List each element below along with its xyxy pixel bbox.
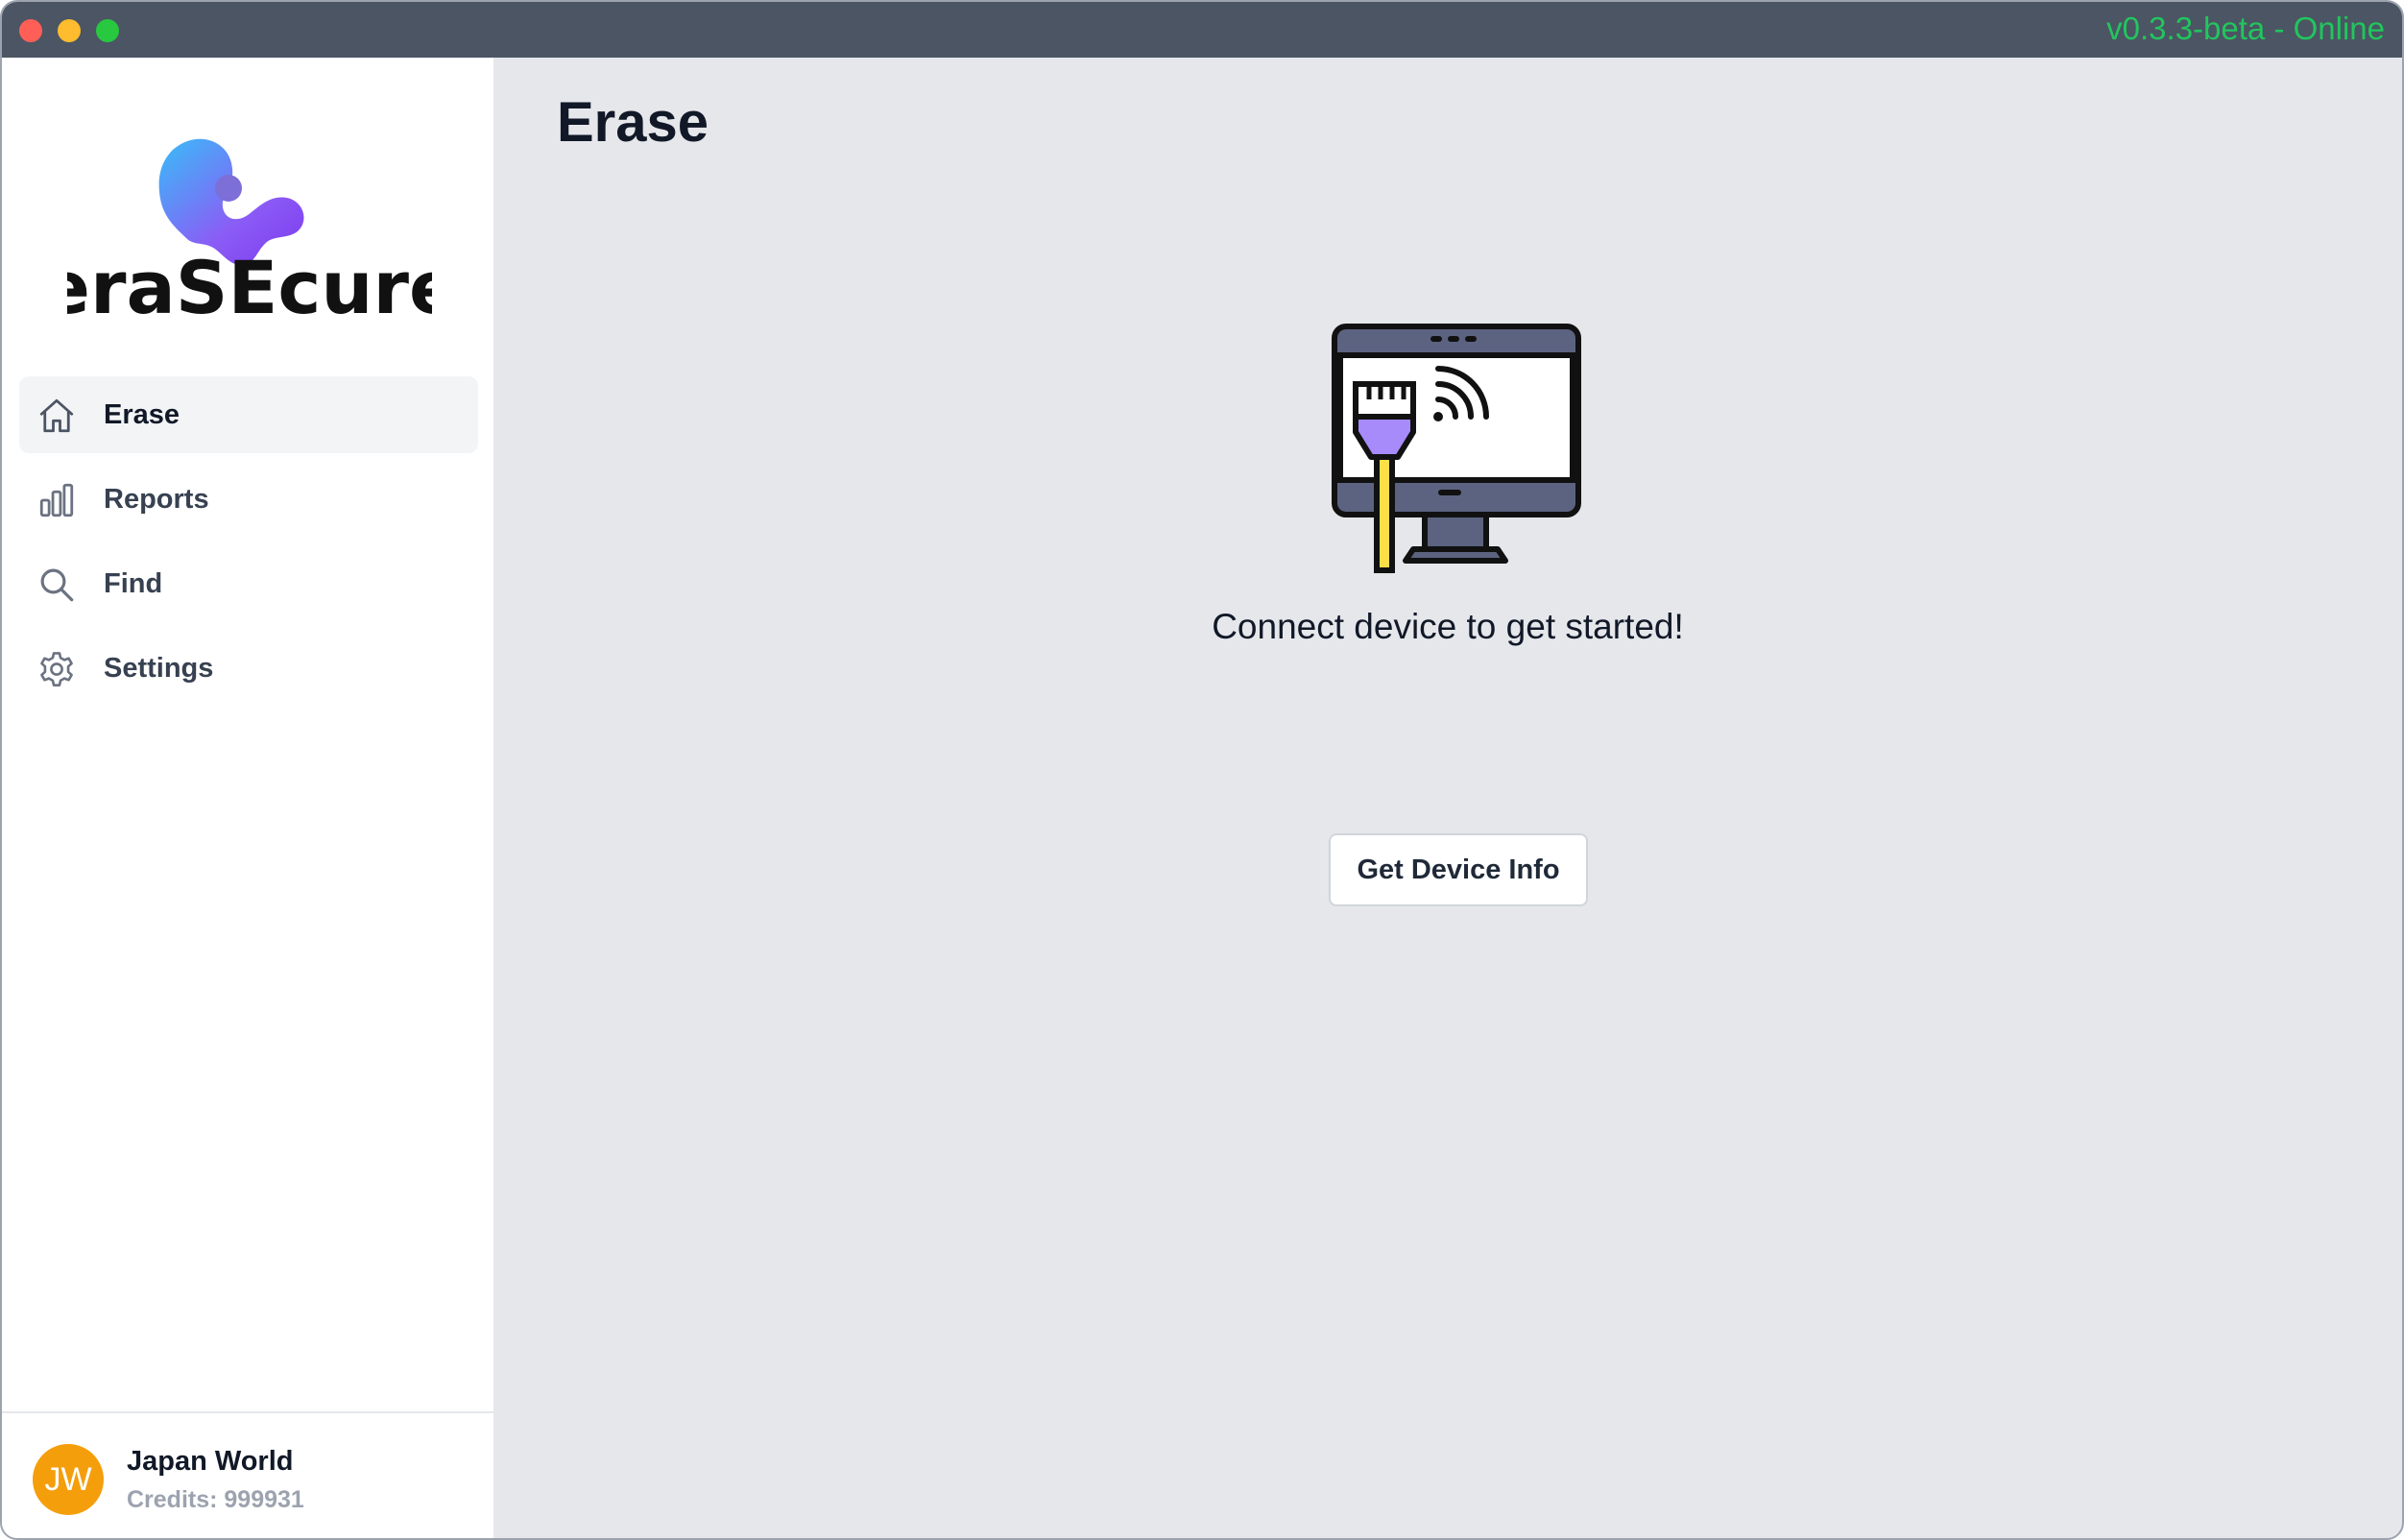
sidebar-item-label: Erase [104, 399, 180, 430]
close-window-button[interactable] [19, 19, 42, 42]
home-icon [39, 398, 74, 433]
monitor-ethernet-icon [1332, 324, 1581, 573]
logo-wordmark: eraSEcure [67, 245, 432, 323]
sidebar-nav: Erase Reports Find Settings [19, 376, 478, 714]
user-credits: Credits: 999931 [127, 1486, 304, 1513]
sidebar-item-reports[interactable]: Reports [19, 461, 478, 538]
user-profile[interactable]: JW Japan World Credits: 999931 [2, 1411, 493, 1538]
minimize-window-button[interactable] [58, 19, 81, 42]
page-title: Erase [557, 91, 709, 154]
sidebar-item-settings[interactable]: Settings [19, 630, 478, 707]
maximize-window-button[interactable] [96, 19, 119, 42]
gear-icon [40, 652, 73, 686]
sidebar: eraSEcure Erase Reports Find [2, 58, 493, 1538]
bar-chart-icon [39, 483, 74, 517]
sidebar-item-erase[interactable]: Erase [19, 376, 478, 453]
user-name: Japan World [127, 1446, 294, 1477]
title-bar: v0.3.3-beta - Online [2, 2, 2402, 58]
sidebar-item-label: Find [104, 568, 163, 599]
version-status: v0.3.3-beta - Online [2106, 11, 2385, 46]
sidebar-item-find[interactable]: Find [19, 545, 478, 622]
main-content: Erase Connect device to get started! Get… [493, 58, 2402, 1538]
sidebar-item-label: Reports [104, 484, 209, 515]
sidebar-item-label: Settings [104, 653, 214, 684]
search-icon [40, 568, 74, 602]
app-logo: eraSEcure [67, 138, 432, 323]
get-device-info-button[interactable]: Get Device Info [1329, 833, 1588, 906]
app-window: v0.3.3-beta - Online eraSEcure Erase [0, 0, 2404, 1540]
avatar: JW [33, 1444, 104, 1515]
empty-state-message: Connect device to get started! [1212, 607, 1684, 646]
